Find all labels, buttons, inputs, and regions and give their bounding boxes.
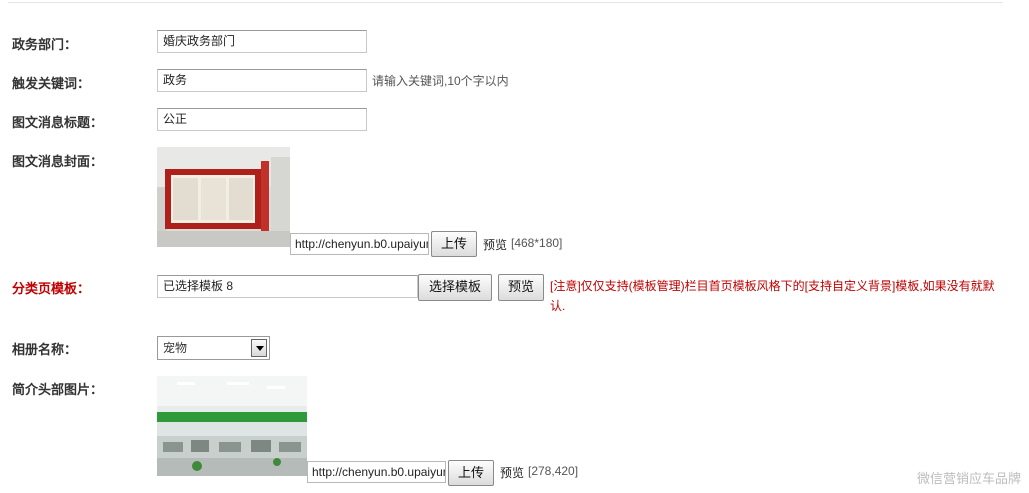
header-image: [157, 376, 307, 476]
template-notice: [注意]仅仅支持(模板管理)栏目首页模板风格下的[支持自定义背景]模板,如果没有…: [550, 276, 1000, 316]
watermark: 微信营销应车品牌: [916, 471, 1021, 486]
header-upload-button[interactable]: 上传: [448, 460, 494, 486]
header-size-hint: [278,420]: [528, 464, 579, 478]
cover-label: 图文消息封面：: [12, 154, 104, 169]
cover-image: [157, 147, 290, 247]
cover-size-hint: [468*180]: [511, 236, 563, 250]
keyword-hint: 请输入关键词,10个字以内: [372, 74, 509, 88]
top-divider: [8, 2, 1003, 3]
title-input[interactable]: 公正: [157, 108, 367, 131]
album-select-value: 宠物: [163, 341, 188, 355]
chevron-down-icon[interactable]: [251, 339, 267, 357]
header-url-input[interactable]: http://chenyun.b0.upaiyun: [307, 461, 446, 483]
cover-url-input[interactable]: http://chenyun.b0.upaiyun: [290, 233, 429, 255]
header-preview-link[interactable]: 预览: [500, 464, 524, 481]
template-input[interactable]: 已选择模板 8: [157, 275, 418, 298]
header-image-label: 简介头部图片：: [12, 382, 104, 397]
template-notice-text: [注意]仅仅支持(模板管理)栏目首页模板风格下的[支持自定义背景]模板,如果没有…: [550, 279, 995, 313]
select-template-button[interactable]: 选择模板: [418, 274, 492, 301]
album-select[interactable]: 宠物: [157, 336, 270, 360]
title-label: 图文消息标题：: [12, 115, 104, 130]
cover-preview-link[interactable]: 预览: [483, 236, 507, 253]
keyword-label: 触发关键词：: [12, 76, 91, 91]
keyword-input[interactable]: 政务: [157, 69, 367, 92]
album-label: 相册名称：: [12, 342, 78, 357]
template-preview-button[interactable]: 预览: [498, 274, 544, 301]
dept-label: 政务部门：: [12, 37, 78, 52]
cover-upload-button[interactable]: 上传: [431, 231, 477, 257]
dept-input[interactable]: 婚庆政务部门: [157, 30, 367, 53]
template-label: 分类页模板：: [12, 281, 91, 296]
